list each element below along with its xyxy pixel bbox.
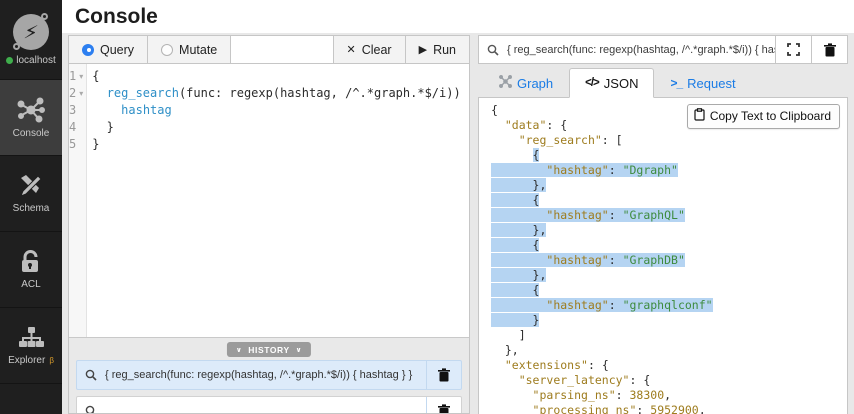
dgraph-logo: ⚡ xyxy=(13,12,49,50)
json-line: }, xyxy=(491,223,547,237)
code-line: reg_search(func: regexp(hashtag, /^.*gra… xyxy=(106,86,469,100)
mutate-tab[interactable]: Mutate xyxy=(148,36,232,63)
explorer-tree-icon xyxy=(18,326,44,350)
query-panel: Query Mutate ✕ Clear ▶ Run 1 ▾ 2 ▾ 3 4 5 { xyxy=(68,35,470,414)
search-icon xyxy=(77,405,105,413)
line-number[interactable]: 4 xyxy=(69,119,86,136)
json-line: "hashtag": "graphqlconf" xyxy=(491,298,847,313)
copy-to-clipboard-button[interactable]: Copy Text to Clipboard xyxy=(686,104,840,129)
sidebar-item-label: Console xyxy=(12,127,50,139)
code-line: hashtag xyxy=(121,103,172,117)
delete-history-button[interactable] xyxy=(427,404,461,413)
line-number-gutter: 1 ▾ 2 ▾ 3 4 5 xyxy=(69,64,88,337)
chevron-down-icon: ∨ xyxy=(295,345,303,354)
fold-arrow-icon[interactable]: ▾ xyxy=(76,68,86,85)
line-number[interactable]: 3 xyxy=(69,102,86,119)
code-line: { xyxy=(92,69,100,83)
tab-json[interactable]: </> JSON xyxy=(569,68,655,98)
json-line: "server_latency": { xyxy=(518,373,651,387)
json-line: "hashtag": "Dgraph" xyxy=(491,163,847,178)
history-entry[interactable]: { reg_search(func: regexp(hashtag, /^.*g… xyxy=(76,360,462,390)
search-icon xyxy=(479,44,507,56)
beta-badge: β xyxy=(49,355,54,365)
sidebar-item-label: Schema xyxy=(12,202,50,214)
sidebar-item-schema[interactable]: Schema xyxy=(0,156,62,232)
clear-icon: ✕ xyxy=(346,43,356,56)
json-line: "hashtag": "GraphDB" xyxy=(491,253,847,268)
json-line: ] xyxy=(491,328,526,342)
query-tab[interactable]: Query xyxy=(69,36,149,63)
json-line: }, xyxy=(491,178,547,192)
sidebar-item-console[interactable]: Console xyxy=(0,80,62,156)
json-line: "extensions": { xyxy=(504,358,609,372)
fullscreen-button[interactable] xyxy=(775,36,811,63)
line-number[interactable]: 2 ▾ xyxy=(69,85,86,102)
results-panel: { reg_search(func: regexp(hashtag, /^.*g… xyxy=(478,35,848,414)
history-entry[interactable] xyxy=(76,396,462,413)
tab-request[interactable]: >_ Request xyxy=(654,68,751,98)
sidebar: ⚡ localhost Console Schema ACL Explorer … xyxy=(0,0,62,414)
page-title: Console xyxy=(75,4,158,28)
sidebar-item-connection[interactable]: ⚡ localhost xyxy=(0,0,62,80)
line-number[interactable]: 1 ▾ xyxy=(69,68,86,85)
result-tabs: Graph </> JSON >_ Request xyxy=(478,67,848,98)
fold-arrow-icon[interactable]: ▾ xyxy=(76,85,86,102)
console-graph-icon xyxy=(17,97,45,123)
sidebar-item-label: Explorer xyxy=(8,354,46,366)
json-line: }, xyxy=(491,343,519,357)
code-line: } xyxy=(92,120,114,134)
json-line: "parsing_ns": 38300, xyxy=(532,388,672,402)
json-line: }, xyxy=(491,268,547,282)
json-response-view[interactable]: Copy Text to Clipboard { "data": { "reg_… xyxy=(478,98,848,414)
schema-pencils-icon xyxy=(17,174,45,198)
code-line: } xyxy=(92,137,100,151)
acl-unlock-icon xyxy=(19,249,43,274)
run-icon: ▶ xyxy=(418,43,428,56)
clear-button[interactable]: ✕ Clear xyxy=(332,36,405,63)
sidebar-item-explorer[interactable]: Explorer β xyxy=(0,308,62,384)
delete-result-button[interactable] xyxy=(811,36,847,63)
json-line: { xyxy=(491,238,540,252)
line-number[interactable]: 5 xyxy=(69,136,86,153)
json-line: "reg_search": [ xyxy=(518,133,623,147)
json-line: { xyxy=(532,148,540,162)
page-header: Console xyxy=(62,0,854,33)
clipboard-icon xyxy=(694,108,705,125)
json-line: } xyxy=(491,313,540,327)
delete-history-button[interactable] xyxy=(427,368,461,382)
history-query-text: { reg_search(func: regexp(hashtag, /^.*g… xyxy=(105,369,413,381)
run-button[interactable]: ▶ Run xyxy=(404,36,469,63)
history-section: ∨ HISTORY ∨ { reg_search(func: regexp(ha… xyxy=(69,337,469,413)
result-query-text[interactable]: { reg_search(func: regexp(hashtag, /^.*g… xyxy=(507,44,775,56)
terminal-icon: >_ xyxy=(670,76,683,90)
connection-status-dot xyxy=(6,56,14,64)
json-line: { xyxy=(491,193,540,207)
chevron-down-icon: ∨ xyxy=(235,345,243,354)
graph-icon xyxy=(499,75,512,91)
history-toggle[interactable]: ∨ HISTORY ∨ xyxy=(226,342,312,357)
tab-graph[interactable]: Graph xyxy=(483,68,569,98)
sidebar-item-label: ACL xyxy=(21,279,41,290)
result-query-bar: { reg_search(func: regexp(hashtag, /^.*g… xyxy=(478,35,848,64)
sidebar-item-acl[interactable]: ACL xyxy=(0,232,62,308)
connection-label: localhost xyxy=(16,54,56,66)
json-line: { xyxy=(491,283,540,297)
json-line: "hashtag": "GraphQL" xyxy=(491,208,847,223)
mutate-radio[interactable] xyxy=(161,43,174,56)
query-editor[interactable]: 1 ▾ 2 ▾ 3 4 5 { reg_search(func: regexp(hashta… xyxy=(69,64,469,337)
json-line: "processing_ns": 5952900, xyxy=(532,403,706,414)
search-icon xyxy=(77,369,105,381)
query-code[interactable]: { reg_search(func: regexp(hashtag, /^.*g… xyxy=(87,64,469,337)
code-icon: </> xyxy=(585,77,600,89)
query-toolbar: Query Mutate ✕ Clear ▶ Run xyxy=(69,36,469,64)
query-radio[interactable] xyxy=(82,43,94,56)
